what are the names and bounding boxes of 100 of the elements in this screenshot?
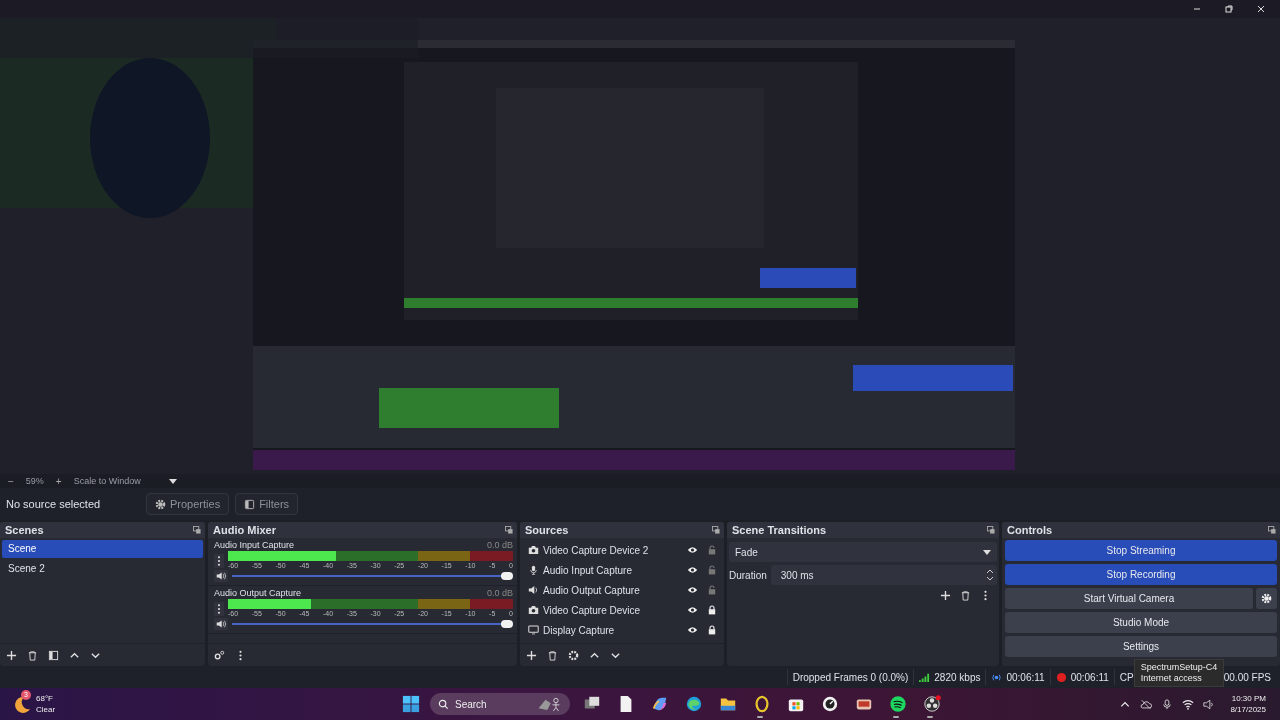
gear-icon: [1261, 593, 1272, 604]
eye-icon[interactable]: [687, 606, 698, 614]
zoom-out-button[interactable]: −: [6, 475, 16, 487]
camera-icon: [528, 605, 539, 615]
restore-icon[interactable]: [1224, 4, 1234, 14]
panel-title: Audio Mixer: [213, 524, 276, 536]
search-icon: [438, 698, 449, 710]
weather-condition: Clear: [36, 704, 56, 715]
spotify-icon[interactable]: [889, 695, 907, 713]
float-icon[interactable]: [505, 526, 513, 534]
meter-segment: [418, 599, 471, 609]
toolbar-button[interactable]: Properties: [146, 493, 230, 515]
speaker-icon[interactable]: [214, 618, 228, 630]
filter-icon[interactable]: [48, 649, 59, 661]
scale-mode: Scale to Window: [73, 476, 141, 486]
cloud-off-icon[interactable]: [1140, 698, 1153, 710]
filter-icon: [244, 498, 256, 510]
bitrate: 2820 kbps: [934, 671, 981, 683]
add-icon[interactable]: [6, 649, 17, 661]
speaker-icon: [528, 585, 539, 595]
eye-icon[interactable]: [687, 546, 698, 554]
channel-name: Audio Output Capture: [214, 588, 302, 599]
meter-segment: [418, 551, 471, 561]
control-button[interactable]: Stop Recording: [1005, 564, 1277, 585]
microphone-icon[interactable]: [1161, 698, 1174, 710]
add-icon[interactable]: [940, 590, 951, 601]
speaker-icon[interactable]: [214, 570, 228, 582]
eye-icon[interactable]: [687, 626, 698, 634]
source-item[interactable]: Audio Output Capture: [543, 584, 683, 596]
trash-icon[interactable]: [960, 590, 971, 601]
lock-icon[interactable]: [708, 605, 716, 615]
stream-time: 00:06:11: [1006, 671, 1045, 683]
search-field[interactable]: Search: [430, 693, 570, 715]
unlock-icon[interactable]: [708, 545, 716, 555]
volume-slider[interactable]: [232, 571, 513, 581]
panel-title: Controls: [1007, 524, 1053, 536]
menu-icon[interactable]: [214, 553, 224, 568]
eye-icon[interactable]: [687, 566, 698, 574]
float-icon[interactable]: [1268, 526, 1276, 534]
doodle-drawing: [536, 696, 562, 712]
volume-icon[interactable]: [1203, 698, 1216, 710]
scene-item[interactable]: Scene: [2, 540, 203, 558]
unlock-icon[interactable]: [708, 585, 716, 595]
meter-segment: [470, 551, 513, 561]
source-item[interactable]: Video Capture Device 2: [543, 544, 683, 556]
float-icon[interactable]: [193, 526, 201, 534]
obs-icon[interactable]: [923, 695, 941, 713]
source-item[interactable]: Video Capture Device: [543, 604, 683, 616]
moon-icon: [12, 694, 32, 714]
browser-icon[interactable]: [685, 695, 703, 713]
eye-icon[interactable]: [687, 586, 698, 594]
monitor-icon: [528, 625, 539, 635]
control-button[interactable]: Studio Mode: [1005, 612, 1277, 633]
gears-icon[interactable]: [214, 649, 225, 661]
source-item[interactable]: Display Capture: [543, 624, 683, 636]
channel-reading: 0.0 dB: [486, 540, 513, 551]
dial-icon[interactable]: [821, 695, 839, 713]
tooltip-title: SpectrumSetup-C4: [1140, 662, 1218, 673]
duration-label: Duration: [729, 569, 767, 581]
gear-icon[interactable]: [568, 649, 579, 661]
running-indicator: [757, 716, 763, 718]
trash-icon[interactable]: [547, 649, 558, 661]
channel-reading: 0.0 dB: [486, 588, 513, 599]
add-icon[interactable]: [526, 649, 537, 661]
duration-field[interactable]: 300 ms: [770, 565, 997, 585]
running-indicator: [893, 716, 899, 718]
zoom-in-button[interactable]: +: [53, 475, 64, 487]
float-icon[interactable]: [987, 526, 995, 534]
caret-icon: [983, 549, 991, 555]
control-button[interactable]: Stop Streaming: [1005, 540, 1277, 561]
channel-name: Audio Input Capture: [214, 540, 295, 551]
source-item[interactable]: Audio Input Capture: [543, 564, 683, 576]
gear-button[interactable]: [1256, 588, 1277, 609]
volume-slider[interactable]: [232, 619, 513, 629]
trash-icon[interactable]: [27, 649, 38, 661]
unlock-icon[interactable]: [708, 565, 716, 575]
record-icon: [1055, 671, 1067, 683]
gear-icon: [155, 498, 166, 510]
float-icon[interactable]: [712, 526, 720, 534]
lock-icon[interactable]: [708, 625, 716, 635]
windows-icon[interactable]: [402, 695, 420, 713]
cpu-usage: CP: [1119, 671, 1134, 683]
spin-arrows-icon: [986, 568, 994, 582]
tooltip-text: Internet access: [1140, 673, 1203, 684]
ring-icon[interactable]: [753, 695, 771, 713]
control-button[interactable]: Settings: [1005, 636, 1277, 657]
frame-rate: 00.00 FPS: [1222, 670, 1272, 685]
zoom-level: 59%: [25, 476, 44, 486]
meter-segment: [470, 599, 513, 609]
panel-title: Sources: [525, 524, 569, 536]
menu-icon[interactable]: [214, 601, 224, 616]
wifi-icon[interactable]: [1182, 698, 1195, 710]
transition-select[interactable]: Fade: [729, 542, 997, 562]
scene-item[interactable]: Scene 2: [2, 560, 203, 578]
copilot-icon[interactable]: [651, 695, 669, 713]
caret-icon[interactable]: [168, 478, 177, 484]
close-icon[interactable]: [1256, 4, 1266, 14]
toolbar-button[interactable]: Filters: [235, 493, 299, 515]
control-button[interactable]: Start Virtual Camera: [1005, 588, 1253, 609]
running-indicator: [927, 716, 933, 718]
